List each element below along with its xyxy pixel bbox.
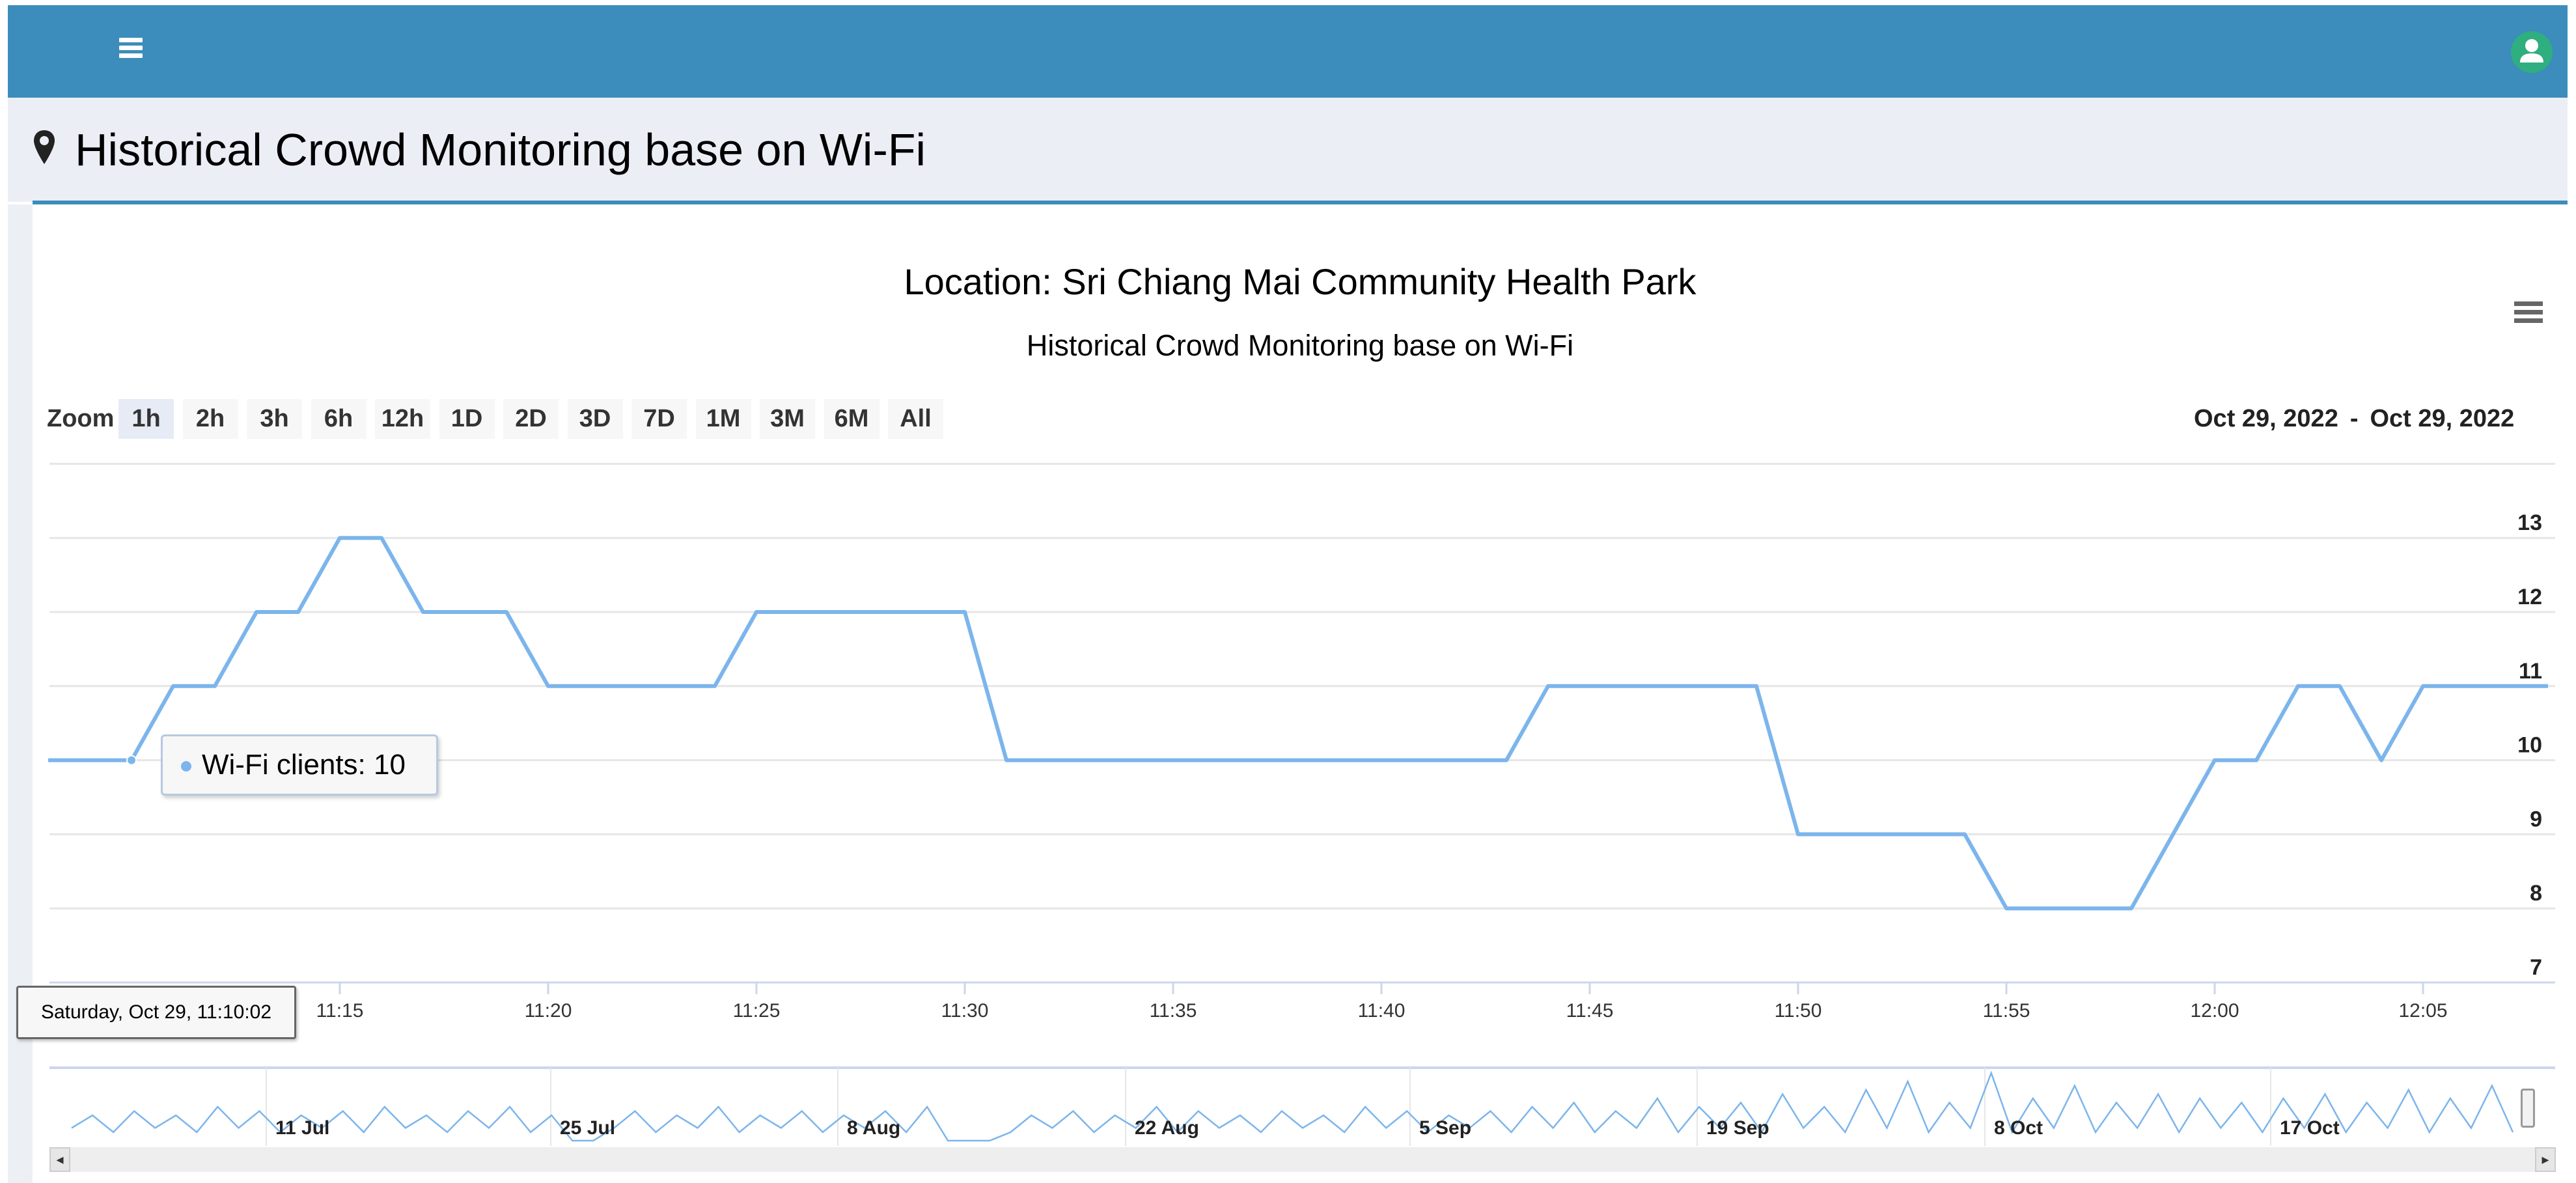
- tooltip: Wi-Fi clients: 10: [161, 734, 438, 796]
- y-tick-label: 10: [2517, 733, 2542, 758]
- navigator-label: 8 Aug: [847, 1117, 900, 1139]
- navigator-label: 19 Sep: [1706, 1117, 1769, 1139]
- navigator-scrollbar[interactable]: [49, 1147, 2556, 1172]
- y-tick-label: 8: [2530, 881, 2542, 906]
- crosshair-label: Saturday, Oct 29, 11:10:02: [16, 986, 296, 1039]
- x-tick-label: 11:55: [1983, 1000, 2030, 1022]
- chart-plot: 7 8 9 10 11 12 13 11:15 11:20 11:25 11:30 11:35 11:4…: [48, 462, 2555, 1146]
- x-tick-label: 11:45: [1566, 1000, 1614, 1022]
- navigator-handle[interactable]: [2521, 1089, 2535, 1128]
- y-tick-label: 9: [2530, 807, 2542, 831]
- scroll-right-arrow-icon[interactable]: ▸: [2535, 1147, 2556, 1172]
- x-tick-label: 11:15: [316, 1000, 364, 1022]
- series-line: [48, 536, 2548, 911]
- navigator-label: 17 Oct: [2280, 1117, 2340, 1139]
- x-tick-label: 11:50: [1775, 1000, 1822, 1022]
- tooltip-label: Wi-Fi clients: 10: [202, 749, 406, 781]
- x-tick-label: 12:00: [2190, 1000, 2239, 1022]
- navigator-label: 5 Sep: [1419, 1117, 1471, 1139]
- navigator-label: 22 Aug: [1135, 1117, 1199, 1139]
- x-tick-label: 11:35: [1150, 1000, 1197, 1022]
- scroll-left-arrow-icon[interactable]: ◂: [49, 1147, 70, 1172]
- x-tick-label: 12:05: [2398, 1000, 2447, 1022]
- navigator-label: 8 Oct: [1994, 1117, 2043, 1139]
- navigator-label: 25 Jul: [560, 1117, 615, 1139]
- x-tick-label: 11:40: [1358, 1000, 1406, 1022]
- x-tick-label: 11:20: [525, 1000, 572, 1022]
- navigator-series: [71, 1070, 2514, 1142]
- y-tick-label: 12: [2517, 585, 2542, 609]
- y-tick-label: 13: [2517, 510, 2542, 535]
- x-tick-label: 11:25: [733, 1000, 781, 1022]
- series-marker-icon: [181, 761, 191, 772]
- y-tick-label: 7: [2530, 955, 2542, 980]
- navigator-label: 11 Jul: [275, 1117, 329, 1139]
- x-tick-label: 11:30: [941, 1000, 989, 1022]
- y-tick-label: 11: [2519, 659, 2542, 684]
- hover-marker: [126, 755, 137, 766]
